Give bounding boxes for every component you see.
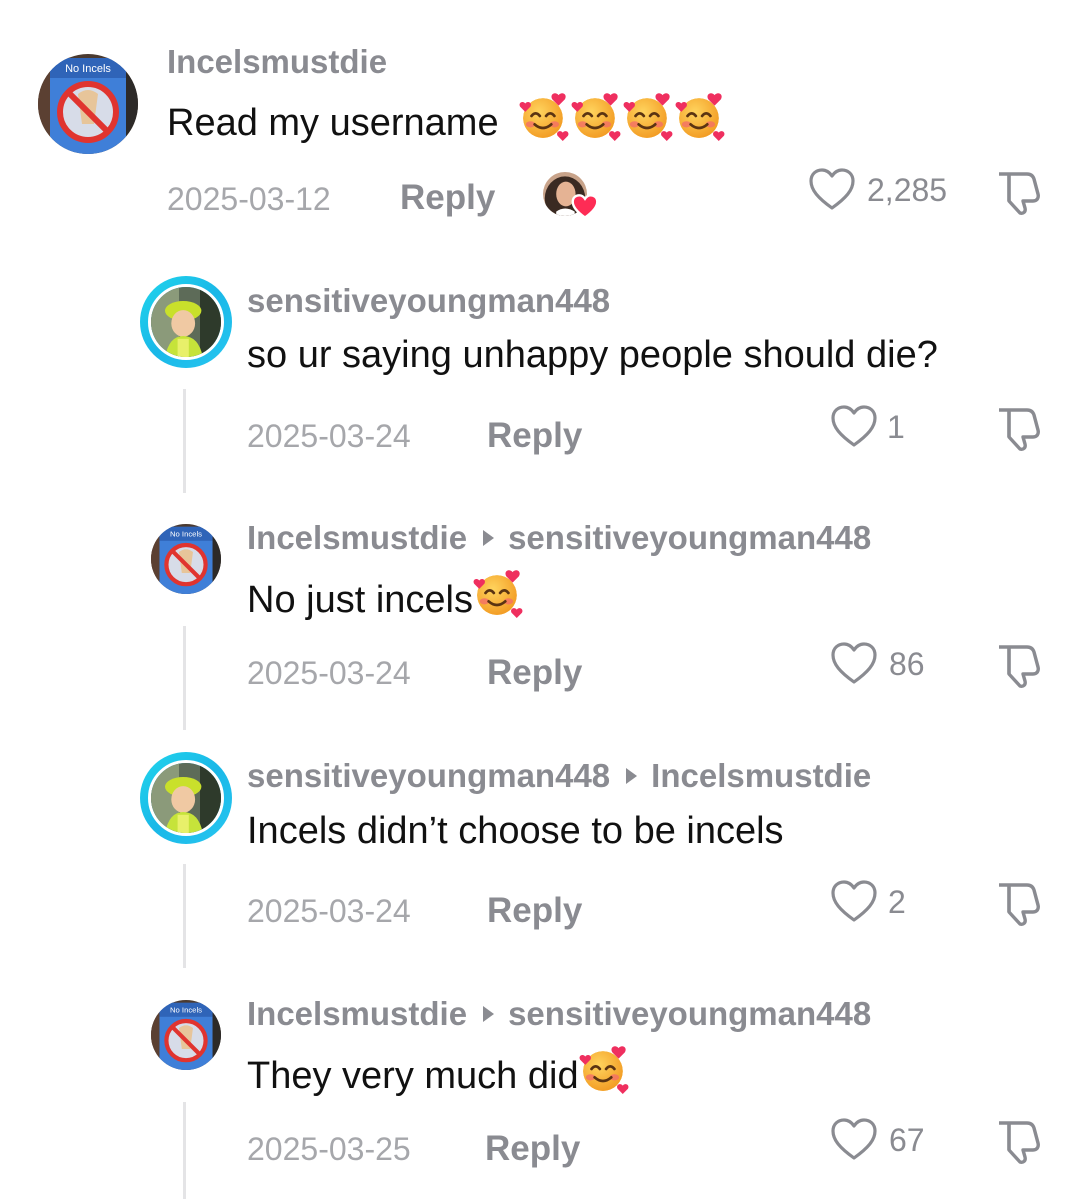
avatar[interactable] bbox=[148, 284, 224, 360]
dislike-icon[interactable] bbox=[993, 879, 1041, 927]
reply-button[interactable]: Reply bbox=[487, 416, 582, 456]
dislike-icon[interactable] bbox=[993, 404, 1041, 452]
comment-username-row: sensitiveyoungman448 Incelsmustdie bbox=[247, 757, 871, 795]
smiling-face-with-hearts-icon bbox=[675, 91, 725, 151]
reply-arrow-icon bbox=[483, 530, 495, 547]
like-heart-icon[interactable] bbox=[808, 168, 856, 212]
like-count: 67 bbox=[889, 1122, 925, 1158]
comment-username[interactable]: sensitiveyoungman448 bbox=[247, 757, 610, 794]
smiling-face-with-hearts-icon bbox=[519, 91, 569, 151]
comment-username-row: Incelsmustdie sensitiveyoungman448 bbox=[247, 519, 871, 557]
reply-to-username[interactable]: Incelsmustdie bbox=[651, 757, 871, 794]
thread-line bbox=[183, 626, 186, 730]
reply-arrow-icon bbox=[626, 768, 638, 785]
thread-line bbox=[183, 1102, 186, 1199]
comment-date: 2025-03-25 bbox=[247, 1131, 411, 1167]
comment-text: so ur saying unhappy people should die? bbox=[247, 334, 938, 376]
comment-username-row: Incelsmustdie sensitiveyoungman448 bbox=[247, 995, 871, 1033]
comment-username[interactable]: Incelsmustdie bbox=[247, 995, 467, 1032]
reply-to-username[interactable]: sensitiveyoungman448 bbox=[508, 995, 871, 1032]
like-heart-icon[interactable] bbox=[830, 1118, 878, 1162]
heart-filled-icon bbox=[571, 194, 599, 219]
comment-text: Incels didn’t choose to be incels bbox=[247, 810, 784, 852]
reply-button[interactable]: Reply bbox=[485, 1129, 580, 1169]
dislike-icon[interactable] bbox=[993, 641, 1041, 689]
like-count: 1 bbox=[887, 409, 905, 445]
comment-date: 2025-03-24 bbox=[247, 418, 411, 454]
comment-text: Read my username bbox=[167, 95, 725, 155]
like-heart-icon[interactable] bbox=[830, 880, 878, 924]
comment-text: No just incels bbox=[247, 572, 523, 632]
smiling-face-with-hearts-icon bbox=[623, 91, 673, 151]
comment-text-content: Read my username bbox=[167, 102, 499, 145]
creator-liked-badge bbox=[543, 172, 601, 222]
reply-button[interactable]: Reply bbox=[487, 891, 582, 931]
avatar[interactable] bbox=[148, 760, 224, 836]
dislike-icon[interactable] bbox=[993, 1117, 1041, 1165]
comment-text-content: They very much did bbox=[247, 1055, 579, 1098]
smiling-face-with-hearts-icon bbox=[579, 1044, 629, 1104]
comment-username[interactable]: Incelsmustdie bbox=[167, 43, 387, 81]
like-count: 2,285 bbox=[867, 172, 948, 208]
comment-date: 2025-03-12 bbox=[167, 181, 331, 217]
avatar[interactable] bbox=[38, 54, 138, 154]
comment-text: They very much did bbox=[247, 1048, 629, 1108]
smiling-face-with-hearts-icon bbox=[571, 91, 621, 151]
comment-date: 2025-03-24 bbox=[247, 655, 411, 691]
reply-arrow-icon bbox=[483, 1006, 495, 1023]
comment-username[interactable]: Incelsmustdie bbox=[247, 519, 467, 556]
smiling-face-with-hearts-icon bbox=[473, 568, 523, 628]
comment-username[interactable]: sensitiveyoungman448 bbox=[247, 282, 610, 320]
thread-line bbox=[183, 389, 186, 493]
like-heart-icon[interactable] bbox=[830, 642, 878, 686]
dislike-icon[interactable] bbox=[993, 168, 1041, 216]
reply-to-username[interactable]: sensitiveyoungman448 bbox=[508, 519, 871, 556]
avatar[interactable] bbox=[151, 1000, 221, 1070]
reply-button[interactable]: Reply bbox=[400, 178, 495, 218]
like-count: 86 bbox=[889, 646, 925, 682]
avatar[interactable] bbox=[151, 524, 221, 594]
like-heart-icon[interactable] bbox=[830, 405, 878, 449]
reply-button[interactable]: Reply bbox=[487, 653, 582, 693]
comment-text-content: No just incels bbox=[247, 579, 473, 622]
like-count: 2 bbox=[888, 884, 906, 920]
thread-line bbox=[183, 864, 186, 968]
comment-date: 2025-03-24 bbox=[247, 893, 411, 929]
